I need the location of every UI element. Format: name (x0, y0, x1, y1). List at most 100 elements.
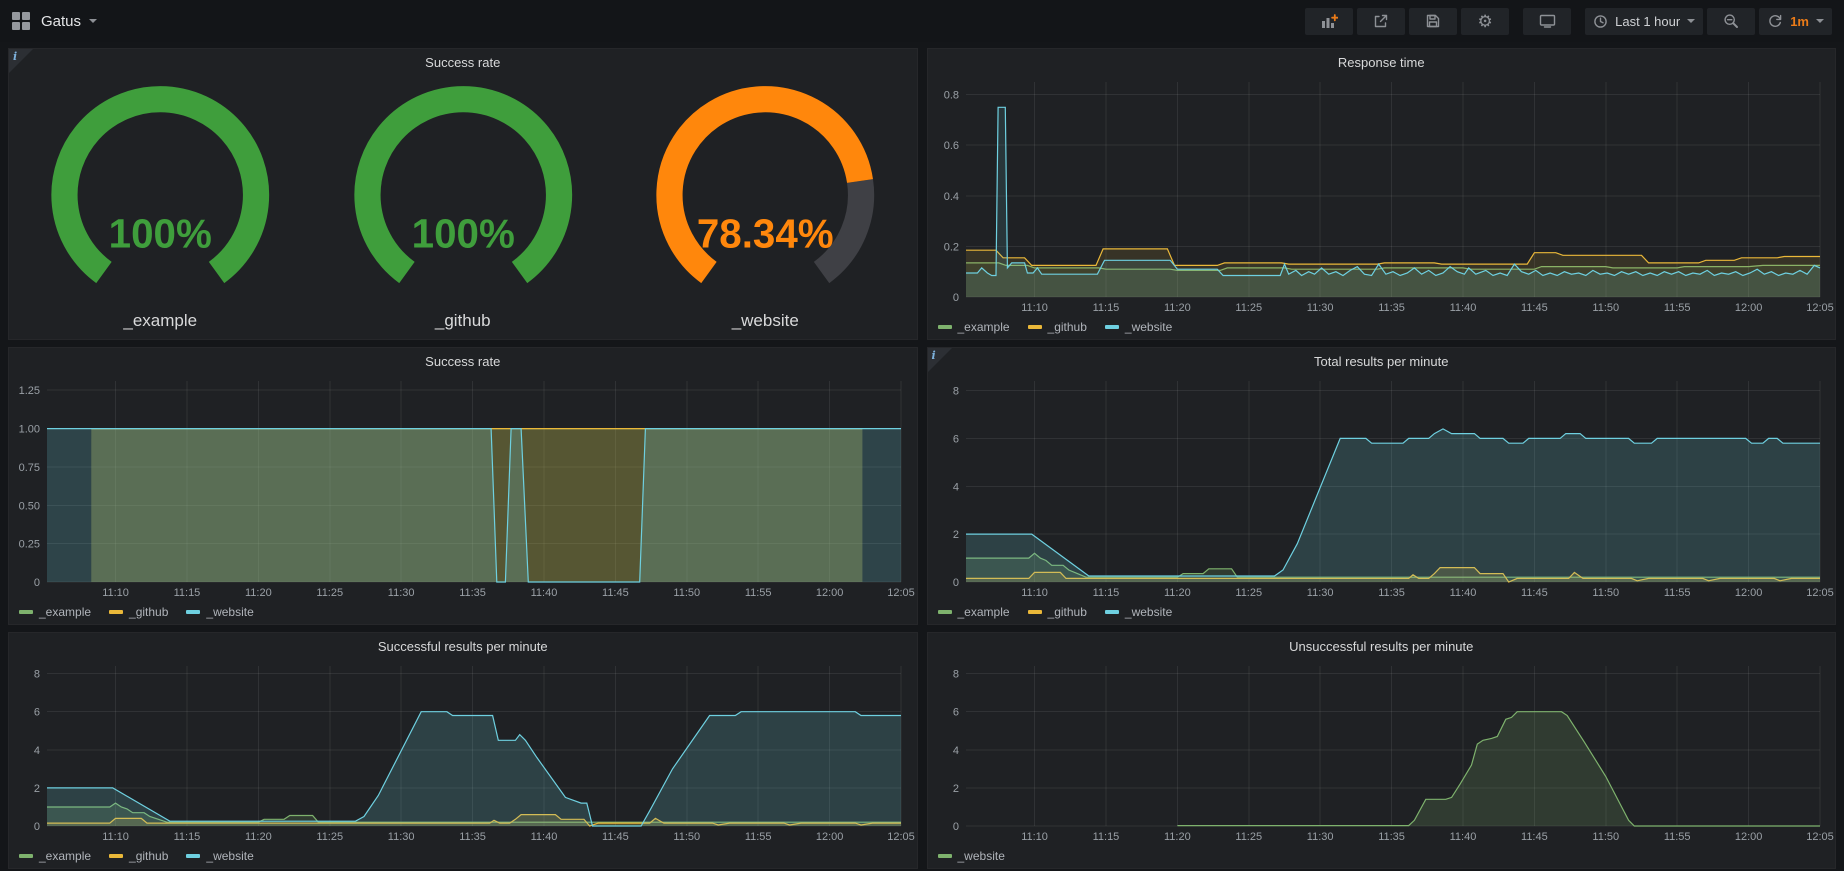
x-axis-label: 11:25 (316, 831, 343, 843)
x-axis-label: 11:15 (1092, 587, 1119, 599)
gauge-value-text: 100% (109, 210, 212, 256)
success-rate-chart[interactable]: 00.250.500.751.001.2511:1011:1511:2011:2… (9, 375, 917, 600)
legend-label: _website (206, 605, 253, 619)
gauge-label: _github (435, 310, 491, 338)
x-axis-label: 12:05 (1806, 831, 1834, 843)
y-axis-label: 4 (952, 481, 958, 493)
time-range-caret-icon (1687, 19, 1695, 23)
legend-item-_github[interactable]: _github (1028, 320, 1087, 334)
x-axis-label: 11:35 (1378, 302, 1405, 314)
add-panel-button[interactable] (1305, 8, 1353, 35)
x-axis-label: 11:20 (245, 587, 272, 599)
y-axis-label: 6 (952, 707, 958, 719)
refresh-picker[interactable]: 1m (1759, 8, 1832, 35)
share-icon (1373, 13, 1389, 29)
legend-label: _website (958, 849, 1005, 863)
y-axis-label: 6 (34, 707, 40, 719)
unsuccessful-results-chart[interactable]: 0246811:1011:1511:2011:2511:3011:3511:40… (928, 660, 1836, 844)
save-button[interactable] (1409, 8, 1457, 35)
y-axis-label: 0 (34, 577, 40, 589)
x-axis-label: 11:30 (1306, 831, 1333, 843)
y-axis-label: 2 (952, 783, 958, 795)
legend-item-_example[interactable]: _example (19, 849, 91, 863)
legend-swatch (938, 610, 952, 614)
legend-swatch (938, 325, 952, 329)
legend-item-_example[interactable]: _example (938, 605, 1010, 619)
tv-mode-icon (1539, 13, 1556, 29)
legend-item-_website[interactable]: _website (1105, 320, 1172, 334)
total-results-chart[interactable]: 0246811:1011:1511:2011:2511:3011:3511:40… (928, 375, 1836, 600)
y-axis-label: 6 (952, 433, 958, 445)
x-axis-label: 11:50 (673, 587, 700, 599)
legend-swatch (938, 854, 952, 858)
toolbar: ⚙ Last 1 hour (1301, 8, 1832, 35)
legend-item-_github[interactable]: _github (1028, 605, 1087, 619)
gauge-_website: 78.34%_website (614, 76, 917, 338)
info-corner-icon[interactable]: i (9, 49, 33, 73)
panel-title[interactable]: Successful results per minute (9, 633, 917, 660)
time-range-picker[interactable]: Last 1 hour (1585, 8, 1703, 35)
legend-swatch (186, 610, 200, 614)
response-time-chart[interactable]: 00.20.40.60.811:1011:1511:2011:2511:3011… (928, 76, 1836, 315)
legend: _example _github _website (9, 844, 917, 868)
save-icon (1425, 13, 1441, 29)
x-axis-label: 11:25 (1235, 587, 1262, 599)
info-corner-icon[interactable]: i (928, 348, 952, 372)
y-axis-label: 0.8 (943, 90, 958, 102)
gauge-_example: 100%_example (9, 76, 312, 338)
successful-results-chart[interactable]: 0246811:1011:1511:2011:2511:3011:3511:40… (9, 660, 917, 844)
x-axis-label: 11:40 (1449, 302, 1476, 314)
dashboard-title[interactable]: Gatus (41, 13, 81, 30)
share-button[interactable] (1357, 8, 1405, 35)
x-axis-label: 11:50 (1592, 831, 1619, 843)
legend-swatch (109, 854, 123, 858)
y-axis-label: 0 (952, 292, 958, 304)
legend-label: _website (206, 849, 253, 863)
x-axis-label: 12:00 (1734, 831, 1762, 843)
panel-title[interactable]: Response time (928, 49, 1836, 76)
legend-item-_example[interactable]: _example (938, 320, 1010, 334)
x-axis-label: 12:00 (816, 831, 844, 843)
y-axis-label: 8 (952, 669, 958, 681)
panel-title[interactable]: Success rate (9, 348, 917, 375)
series-fill-_website (1177, 712, 1820, 826)
x-axis-label: 11:40 (1449, 831, 1476, 843)
gauge-arc: 100% (9, 76, 312, 310)
legend-item-_example[interactable]: _example (19, 605, 91, 619)
x-axis-label: 11:50 (1592, 302, 1619, 314)
legend-item-_website[interactable]: _website (186, 605, 253, 619)
legend-label: _github (1048, 605, 1087, 619)
x-axis-label: 11:20 (245, 831, 272, 843)
x-axis-label: 11:55 (1663, 587, 1690, 599)
legend-item-_github[interactable]: _github (109, 605, 168, 619)
legend-label: _example (39, 849, 91, 863)
x-axis-label: 11:25 (1235, 302, 1262, 314)
brand-caret-icon[interactable] (89, 19, 97, 23)
x-axis-label: 11:35 (1378, 587, 1405, 599)
x-axis-label: 11:35 (459, 831, 486, 843)
y-axis-label: 4 (952, 745, 958, 757)
legend-swatch (186, 854, 200, 858)
clock-icon (1593, 14, 1608, 29)
panel-title[interactable]: Unsuccessful results per minute (928, 633, 1836, 660)
tv-mode-button[interactable] (1523, 8, 1571, 35)
y-axis-label: 0 (952, 577, 958, 589)
x-axis-label: 11:35 (459, 587, 486, 599)
x-axis-label: 11:55 (745, 587, 772, 599)
settings-button[interactable]: ⚙ (1461, 8, 1509, 35)
x-axis-label: 11:15 (1092, 831, 1119, 843)
settings-gear-icon: ⚙ (1478, 13, 1493, 30)
gauge-label: _website (732, 310, 799, 338)
panel-title[interactable]: Success rate (9, 49, 917, 76)
legend-item-_website[interactable]: _website (1105, 605, 1172, 619)
series-fill-_website (47, 429, 901, 582)
legend-item-_website[interactable]: _website (938, 849, 1005, 863)
apps-icon[interactable] (12, 12, 30, 30)
zoom-out-button[interactable] (1707, 8, 1755, 35)
series-fill-_website (966, 429, 1820, 582)
panel-title[interactable]: Total results per minute (928, 348, 1836, 375)
x-axis-label: 12:00 (816, 587, 844, 599)
legend-item-_website[interactable]: _website (186, 849, 253, 863)
legend: _example _github _website (9, 600, 917, 624)
legend-item-_github[interactable]: _github (109, 849, 168, 863)
